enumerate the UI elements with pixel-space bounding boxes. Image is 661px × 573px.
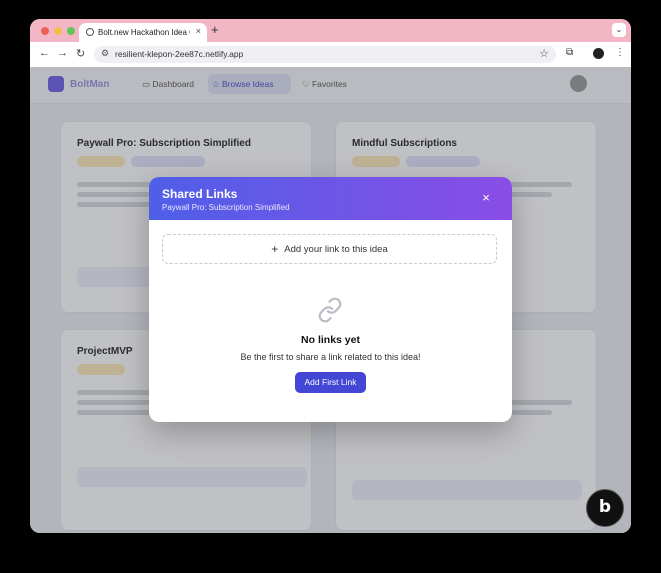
maximize-window-button[interactable] [67,27,75,35]
address-bar[interactable]: ⚙ resilient-klepon-2ee87c.netlify.app ☆ [94,46,556,63]
modal-title: Shared Links [162,187,238,201]
site-settings-icon[interactable]: ⚙ [101,48,109,59]
plus-icon: + [271,242,279,256]
tab-search-button[interactable]: ⌄ [612,23,626,37]
back-button[interactable]: ← [39,47,50,59]
bookmark-star-icon[interactable]: ☆ [539,47,549,60]
reload-button[interactable]: ↻ [76,47,85,60]
tab-strip: Bolt.new Hackathon Idea Gen × + ⌄ [30,19,631,42]
browser-window: Bolt.new Hackathon Idea Gen × + ⌄ ← → ↻ … [30,19,631,533]
close-window-button[interactable] [41,27,49,35]
add-link-button[interactable]: + Add your link to this idea [162,234,497,264]
profile-avatar[interactable] [593,48,604,59]
toolbar: ← → ↻ ⚙ resilient-klepon-2ee87c.netlify.… [30,42,631,68]
menu-icon[interactable]: ⋮ [615,47,625,58]
minimize-window-button[interactable] [54,27,62,35]
tab-close-icon[interactable]: × [196,26,201,36]
new-tab-button[interactable]: + [211,22,219,37]
url-text: resilient-klepon-2ee87c.netlify.app [115,49,244,59]
bolt-badge[interactable]: b [586,489,624,527]
forward-button[interactable]: → [57,47,68,59]
modal-subtitle: Paywall Pro: Subscription Simplified [162,203,290,212]
browser-tab[interactable]: Bolt.new Hackathon Idea Gen × [79,23,207,42]
globe-icon [86,28,94,36]
page: BoltMan ▭ Dashboard ☆ Browse Ideas ♡ Fav… [30,67,631,533]
add-first-link-button[interactable]: Add First Link [295,372,366,393]
empty-state-description: Be the first to share a link related to … [240,352,421,362]
modal-header: Shared Links Paywall Pro: Subscription S… [149,177,512,220]
link-icon [318,297,342,323]
add-link-label: Add your link to this idea [284,244,388,255]
empty-state-title: No links yet [301,334,360,346]
shared-links-modal: Shared Links Paywall Pro: Subscription S… [149,177,512,422]
extensions-icon[interactable]: ⧉ [566,47,573,58]
close-icon[interactable]: × [478,190,494,206]
tab-title: Bolt.new Hackathon Idea Gen [98,28,190,37]
